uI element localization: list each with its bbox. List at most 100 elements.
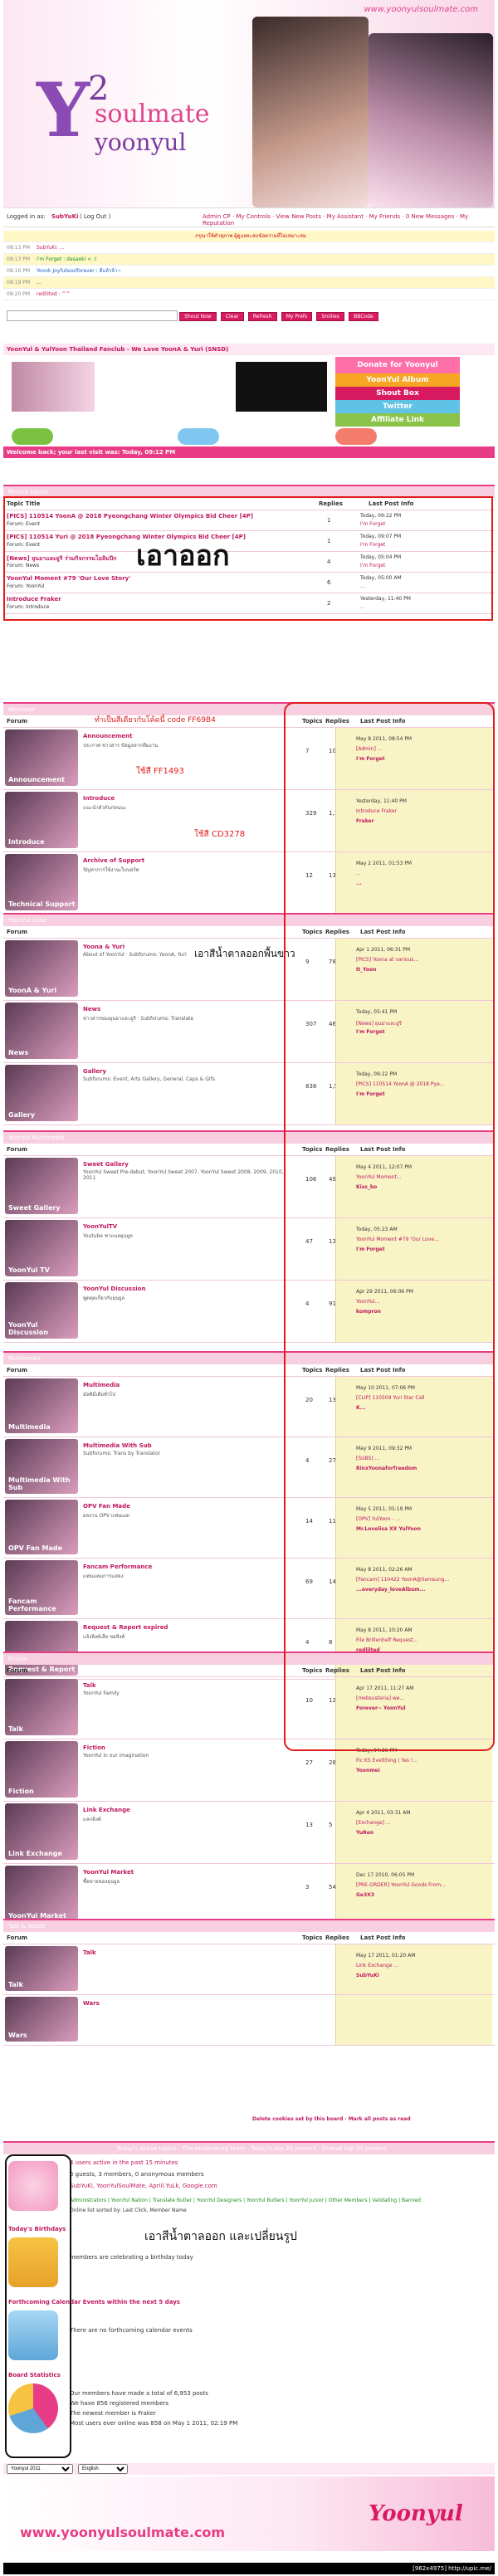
- forum-title[interactable]: News: [83, 1006, 100, 1012]
- forum-description: ซื้อขายของยุนยูล: [83, 1879, 120, 1885]
- forum-title[interactable]: Wars: [83, 2000, 100, 2007]
- last-post-author[interactable]: Ge3X3: [356, 1892, 374, 1898]
- forum-title[interactable]: YoonYul Market: [83, 1869, 134, 1876]
- footer-url[interactable]: www.yoonyulsoulmate.com: [20, 2525, 225, 2540]
- last-post-info: Apr 4 2011, 03:31 AM [Exchange] ... YuRen: [335, 1802, 492, 1863]
- skin-select[interactable]: Yoonyul 2011: [7, 2464, 73, 2474]
- forum-title[interactable]: Multimedia: [83, 1382, 120, 1388]
- forum-title[interactable]: Gallery: [83, 1068, 106, 1075]
- nav-button-3[interactable]: [335, 428, 377, 445]
- affiliate-image-2[interactable]: [236, 362, 327, 412]
- thumb-label: Link Exchange: [8, 1850, 62, 1857]
- nav-button-1[interactable]: [12, 428, 53, 445]
- forum-thumbnail[interactable]: YoonYul TV: [5, 1220, 78, 1276]
- forum-title[interactable]: Multimedia With Sub: [83, 1442, 152, 1449]
- username-link[interactable]: SubYuKi: [51, 213, 78, 220]
- forum-thumbnail[interactable]: OPV Fan Made: [5, 1500, 78, 1554]
- annotation-box-lastinfo: [284, 702, 495, 1751]
- user-menu-links[interactable]: Admin CP · My Controls · View New Posts …: [203, 213, 495, 227]
- annotation-bottom: เอาสีน้ำตาลออก และเปลี่ยนรูป: [144, 2230, 297, 2243]
- stats-posts: Our members have made a total of 6,953 p…: [70, 2390, 208, 2397]
- logout-link[interactable]: ( Log Out ): [80, 213, 110, 220]
- last-post-date: Dec 17 2010, 06:05 PM: [356, 1872, 415, 1878]
- last-post-topic[interactable]: [Exchange] ...: [356, 1820, 391, 1826]
- shoutbox-banner[interactable]: Shout Box: [335, 387, 460, 400]
- forum-description: ประกาศ ข่าวสาร ข้อมูลจากทีมงาน: [83, 743, 159, 749]
- shout-clear-button[interactable]: Clear: [220, 311, 244, 321]
- forum-thumbnail[interactable]: Fancam Performance: [5, 1560, 78, 1615]
- forum-title[interactable]: Sweet Gallery: [83, 1161, 129, 1168]
- last-post-topic[interactable]: [PRE-ORDER] YoonYul Goods From...: [356, 1882, 446, 1888]
- forum-title[interactable]: Archive of Support: [83, 857, 144, 864]
- last-post-author[interactable]: Yoonmei: [356, 1768, 380, 1773]
- forum-thumbnail[interactable]: YoonYul Market: [5, 1866, 78, 1922]
- image-caption: [962x4975] http://upic.me/: [3, 2563, 495, 2574]
- last-post-author[interactable]: YuRen: [356, 1830, 374, 1836]
- annotation-color-2: ใช้สี FF1493: [136, 767, 184, 776]
- thumb-label: Talk: [8, 1725, 23, 1733]
- shout-now-button[interactable]: Shout Now: [179, 311, 217, 321]
- forum-title[interactable]: Link Exchange: [83, 1807, 130, 1813]
- column-header: Forum: [7, 929, 28, 935]
- forum-title[interactable]: Introduce: [83, 795, 115, 802]
- last-post-topic[interactable]: Fic K5 Evetthing | Yes !...: [356, 1758, 417, 1764]
- last-post-topic[interactable]: Link Exchange ...: [356, 1963, 398, 1969]
- forum-title[interactable]: Fancam Performance: [83, 1564, 152, 1570]
- forum-title[interactable]: Fiction: [83, 1744, 105, 1751]
- forum-title[interactable]: Request & Report expired: [83, 1624, 168, 1631]
- shout-row: 08:19 PM...: [3, 277, 495, 289]
- affiliate-image-1[interactable]: [12, 362, 95, 412]
- online-members[interactable]: SubYuKi, YoonYulSoulMate, Apriil.YuLk, G…: [70, 2183, 217, 2189]
- shout-bbcode-button[interactable]: BBCode: [349, 311, 378, 321]
- forum-title[interactable]: Yoona & Yuri: [83, 944, 124, 950]
- category-header[interactable]: Talk & Waste: [3, 1919, 495, 1932]
- thumb-label: YoonYul Discussion: [8, 1321, 49, 1336]
- forum-thumbnail[interactable]: YoonA & Yuri: [5, 940, 78, 997]
- user-bar: Logged in as: SubYuKi ( Log Out ) Admin …: [3, 207, 495, 227]
- forum-thumbnail[interactable]: Multimedia With Sub: [5, 1439, 78, 1494]
- forum-title[interactable]: YoonYulTV: [83, 1223, 117, 1230]
- forum-thumbnail[interactable]: Talk: [5, 1946, 78, 1991]
- forum-thumbnail[interactable]: Link Exchange: [5, 1803, 78, 1860]
- forum-thumbnail[interactable]: Talk: [5, 1679, 78, 1735]
- forum-thumbnail[interactable]: Gallery: [5, 1065, 78, 1121]
- shout-prefs-button[interactable]: My Prefs: [281, 311, 313, 321]
- donate-banner[interactable]: Donate for Yoonyul: [335, 357, 460, 373]
- forum-title[interactable]: OPV Fan Made: [83, 1503, 130, 1510]
- shout-refresh-button[interactable]: Refresh: [247, 311, 277, 321]
- site-title: YoonYul & YulYoon Thailand Fanclub - We …: [3, 344, 495, 355]
- nav-button-2[interactable]: [178, 428, 219, 445]
- banner-url[interactable]: www.yoonyulsoulmate.com: [364, 5, 478, 14]
- category-columns: Forum Topics Replies Last Post Info: [3, 1932, 495, 1944]
- last-post-info: [335, 1995, 492, 2045]
- forum-thumbnail[interactable]: Fiction: [5, 1741, 78, 1798]
- shout-input[interactable]: [7, 310, 178, 321]
- forum-thumbnail[interactable]: Multimedia: [5, 1378, 78, 1433]
- forum-thumbnail[interactable]: Introduce: [5, 792, 78, 848]
- site-banner: www.yoonyulsoulmate.com Y 2 soulmate yoo…: [3, 0, 495, 207]
- forum-title[interactable]: Talk: [83, 1949, 96, 1956]
- footer-logo[interactable]: Yoonyul: [369, 2501, 463, 2526]
- forum-thumbnail[interactable]: Technical Support: [5, 854, 78, 910]
- forum-title[interactable]: Talk: [83, 1682, 96, 1689]
- forum-thumbnail[interactable]: News: [5, 1003, 78, 1059]
- forum-description: แลกลิงค์: [83, 1817, 101, 1822]
- forum-title[interactable]: Announcement: [83, 733, 132, 739]
- forum-thumbnail[interactable]: Announcement: [5, 729, 78, 786]
- topic-count: 3: [305, 1884, 310, 1891]
- twitter-banner[interactable]: Twitter: [335, 400, 460, 413]
- album-banner[interactable]: YoonYul Album: [335, 373, 460, 387]
- thumb-label: Fiction: [8, 1788, 34, 1795]
- column-header: Forum: [7, 1367, 28, 1373]
- affiliate-banner[interactable]: Affiliate Link: [335, 413, 460, 427]
- forum-thumbnail[interactable]: YoonYul Discussion: [5, 1282, 78, 1339]
- last-post-author[interactable]: SubYuKi: [356, 1973, 379, 1978]
- shout-smilies-button[interactable]: Smilies: [316, 311, 344, 321]
- forum-thumbnail[interactable]: Wars: [5, 1997, 78, 2042]
- forum-title[interactable]: YoonYul Discussion: [83, 1286, 145, 1292]
- site-title-section: YoonYul & YulYoon Thailand Fanclub - We …: [3, 344, 495, 458]
- forum-thumbnail[interactable]: Sweet Gallery: [5, 1158, 78, 1214]
- language-select[interactable]: English: [78, 2464, 128, 2474]
- delete-cookies-link[interactable]: Delete cookies set by this board · Mark …: [252, 2116, 411, 2122]
- annotation-color-3: ใช้สี CD3278: [194, 830, 246, 839]
